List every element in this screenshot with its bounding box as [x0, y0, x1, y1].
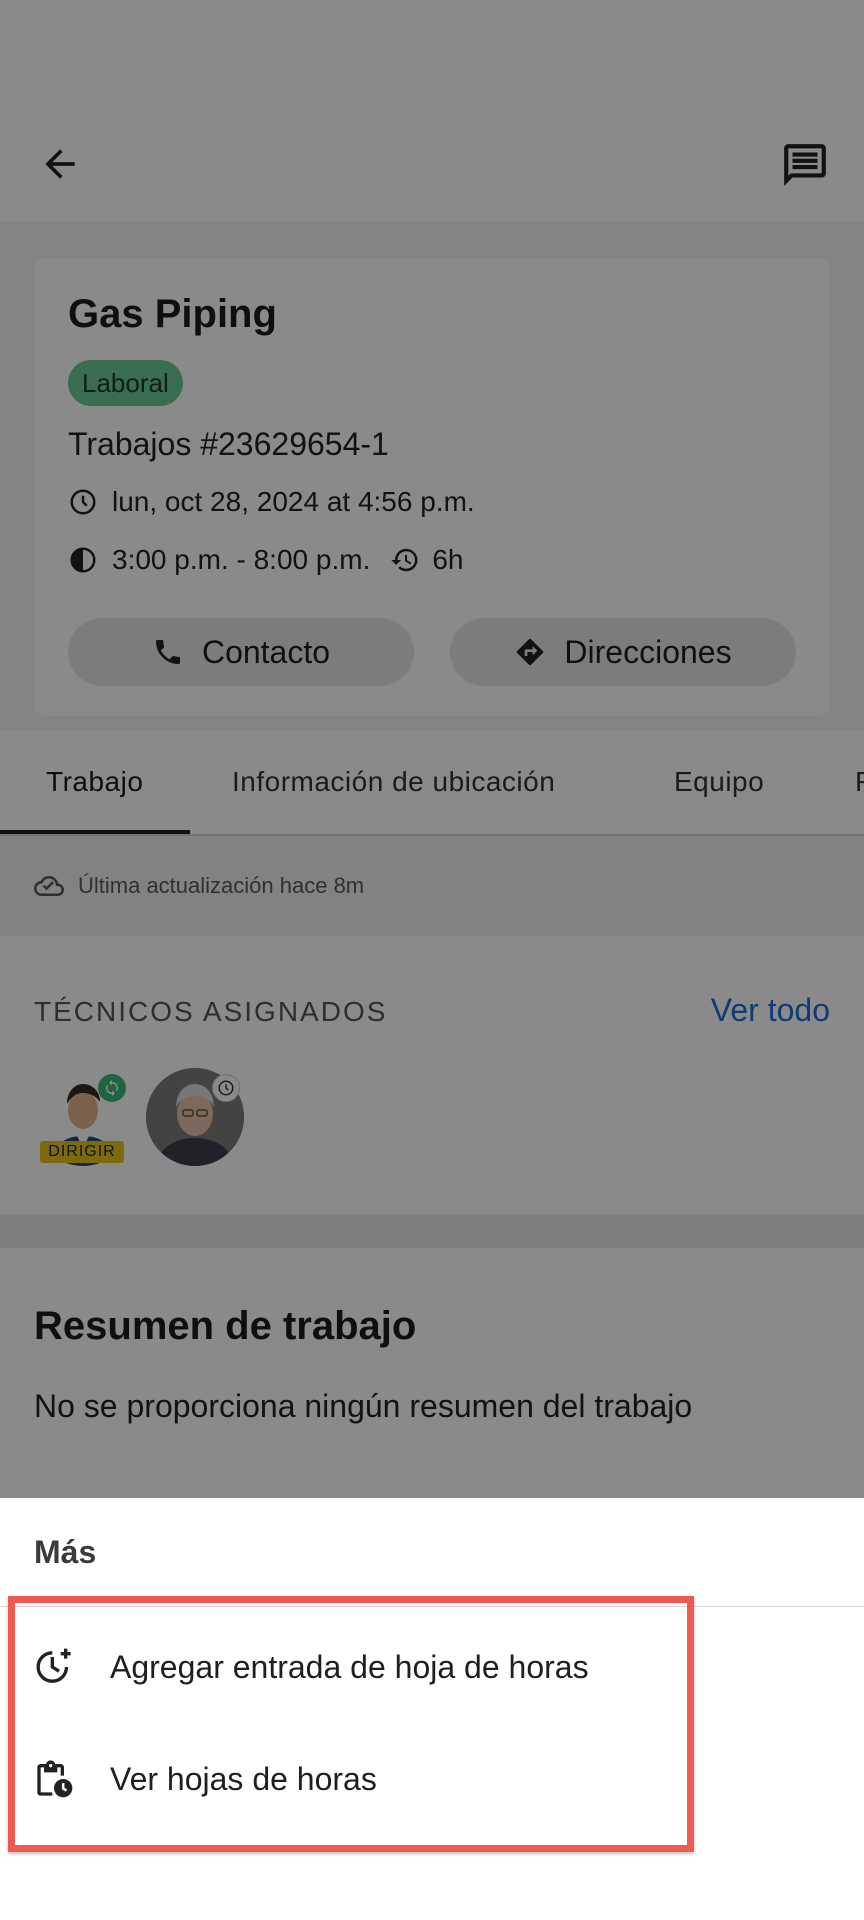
- clock-plus-icon: [36, 1648, 71, 1683]
- bottom-sheet: Más Agregar entrada de hoja de horas Ver…: [0, 1498, 864, 1920]
- menu-item-view-timesheets[interactable]: Ver hojas de horas: [0, 1724, 864, 1834]
- menu-item-label: Ver hojas de horas: [110, 1760, 377, 1797]
- menu-item-add-timesheet-entry[interactable]: Agregar entrada de hoja de horas: [0, 1612, 864, 1722]
- screen: Gas Piping Laboral Trabajos #23629654-1 …: [0, 0, 864, 1920]
- modal-scrim[interactable]: [0, 0, 864, 1498]
- sheet-divider: [0, 1606, 864, 1607]
- sheet-title: Más: [34, 1534, 97, 1570]
- clipboard-clock-icon: [37, 1760, 73, 1798]
- menu-item-label: Agregar entrada de hoja de horas: [110, 1648, 589, 1685]
